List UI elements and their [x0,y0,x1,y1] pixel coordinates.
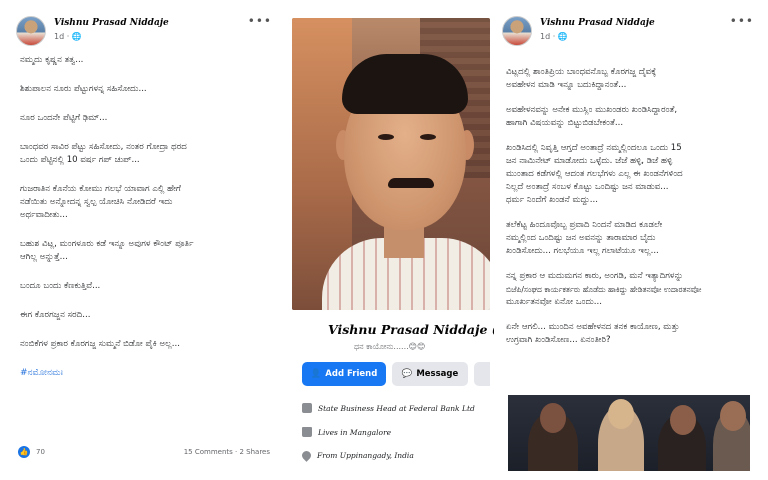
post-line: ನಮ್ಮಲ್ಲಿಂದ ಒಂದಿಷ್ಟು ಜನ ಅವನನ್ನು ತಾರಾಮಾರ ಬ… [506,233,656,243]
home-icon [302,427,312,437]
comment-share-stats[interactable]: 15 Comments · 2 Shares [184,448,270,456]
post-line: ಬಿಜೆಪಿ/ಸಂಘದ ಕಾರ್ಯಕರ್ತರು ಹೊಡೆದು ಹಾಕಿದ್ದು … [506,285,702,294]
post-line: ನೂರ ಒಂದನೇ ಪೆಟ್ಟಿಗೆ ಢಿಮ್... [20,113,108,123]
post-line: ಅರ್ಥವಾದೀತು... [20,210,68,220]
post-line: ನಮ್ಮದು ಕೃಷ್ಣನ ತತ್ವ... [20,55,84,65]
intro-text: From Uppinangady, India [317,451,414,460]
message-button[interactable]: 💬 Message [392,362,468,386]
post-line: ನಂಬಿಕೆಗಳ ಪ್ರಕಾರ ಕೊರಗಜ್ಜ ಸುಮ್ಮನೆ ಬಿಡೋ ಪೈಕ… [20,339,180,349]
post-line: ಬಂದೂ ಬಂದು ಕೆಣಕುತ್ತಿವೆ... [20,281,101,291]
post-line: ಮುಂತಾದ ಕಡೆಗಳಲ್ಲಿ ಆದಂತ ಗಲಭೆಗಳು ಎಲ್ಲ ಈ ಖಂಡ… [506,169,683,179]
post-line: ಈಗ ಕೊರಗಜ್ಜನ ಸರದಿ... [20,310,91,320]
post-line: ಆಗಿಲ್ಲ ಅನ್ನುತ್ತೆ... [20,252,68,262]
post-meta: 1d · 🌐 [540,32,568,41]
messenger-icon: 💬 [401,369,413,379]
post-line: ನಿಲ್ಲದೆ ಅಂತಾದ್ರೆ ಸಂಬಳ ಕೊಟ್ಟು ಒಂದಿಷ್ಟು ಜನ… [506,182,669,192]
post-line: ಶಿಶುಪಾಲನ ನೂರು ಪೆಟ್ಟುಗಳನ್ನ ಸಹಿಸೋದು... [20,84,147,94]
author-avatar[interactable] [502,16,532,46]
intro-text: Lives in Mangalore [318,427,392,437]
post-line: ಖಂಡಿಸೋದು... ಗಲಭೆಯೂ ಇಲ್ಲ ಗಲಾಟೆಯೂ ಇಲ್ಲ... [506,246,659,256]
post-body: ನಮ್ಮದು ಕೃಷ್ಣನ ತತ್ವ... ಶಿಶುಪಾಲನ ನೂರು ಪೆಟ್… [8,54,280,380]
post-meta: 1d · 🌐 [54,32,82,41]
profile-panel: Vishnu Prasad Niddaje (ವಿಪ್ರನಿ) ಧನ ಕಾಯೋನ… [292,10,527,470]
post-line: ಹಾಗಾಗಿ ವಿಷಯವನ್ನು ಬಿಟ್ಟುಬಿಡಬೇಕಂತೆ... [506,118,624,128]
post-line: ಬಹುಶ ವಿಟ್ಲ, ಮಂಗಳೂರು ಕಡೆ ಇನ್ನೂ ಅವುಗಳ ಕೌಂಟ… [20,239,194,249]
intro-from: From Uppinangady, India [300,449,414,462]
post-line: ಮೂರ್ಖತನವೋ ಏನೋ ಒಂದು... [506,297,602,307]
add-friend-label: Add Friend [325,369,378,379]
like-icon: 👍 [18,446,30,458]
post-line: ನಡೆಯಿತು ಅನ್ನೋದನ್ನ ಸ್ವಲ್ಪ ಯೋಚಿಸಿ ನೋಡಿದರೆ … [20,197,173,207]
author-name[interactable]: Vishnu Prasad Niddaje [540,18,655,28]
post-image[interactable] [508,395,750,471]
post-line: ಉಗ್ರವಾಗಿ ಖಂಡಿಸೋಣ... ಏನಂತೀರಿ? [506,335,611,345]
post-line: ಅವಹೇಳನ ಮಾಡಿ ಇನ್ನೂ ಬದುಕಿದ್ದಾನಂತೆ... [506,80,627,90]
like-count[interactable]: 70 [36,448,45,456]
post-line: ಧರ್ಮ ನಿಂದೆಗೆ ಖಂಡನೆ ಮದ್ದು... [506,195,598,205]
profile-bio: ಧನ ಕಾಯೋನು......😊😊 [354,342,426,351]
message-label: Message [416,369,459,379]
more-options-icon[interactable]: ••• [730,14,754,28]
post-line: ಗುಜರಾತಿನ ಕೊನೆಯ ಕೋಮು ಗಲಭೆ ಯಾವಾಗ ಎಲ್ಲಿ ಹೇಗ… [20,184,181,194]
location-pin-icon [300,449,313,462]
author-avatar[interactable] [16,16,46,46]
right-post: Vishnu Prasad Niddaje 1d · 🌐 ••• ವಿಟ್ಲದಲ… [494,10,762,471]
post-line: ಏನೇ ಆಗಲಿ... ಮುಂದಿನ ಅವಹೇಳನದ ತನಕ ಕಾಯೋಣ, ಮತ… [506,322,680,332]
post-header: Vishnu Prasad Niddaje 1d · 🌐 ••• [494,10,762,54]
author-name[interactable]: Vishnu Prasad Niddaje [54,18,169,28]
post-line: ತಲೆಕೆಟ್ಟ ಹಿಂದೂವೊಬ್ಬ ಪ್ರವಾದಿ ನಿಂದನೆ ಮಾಡಿದ… [506,220,663,230]
hashtag-link[interactable]: #ನಮೋನಮಃ [20,367,268,380]
post-line: ಜನ ನಾಮಿನೇಟ್ ಮಾಡೋದು ಒಳ್ಳೆದು. ಜೆಜೆ ಹಳ್ಳಿ, … [506,156,673,166]
post-body: ವಿಟ್ಲದಲ್ಲಿ ಶಾಂತಿಪ್ರಿಯ ಬಾಂಧವನೊಬ್ಬ ಕೊರಗಜ್ಜ… [494,54,762,347]
post-line: ಅವಹೇಳನವನ್ನು ಅನೇಕ ಮುಸ್ಲಿಂ ಮುಖಂಡರು ಖಂಡಿಸಿದ… [506,105,678,115]
post-footer: 👍 70 15 Comments · 2 Shares [18,446,270,460]
post-line: ವಿಟ್ಲದಲ್ಲಿ ಶಾಂತಿಪ್ರಿಯ ಬಾಂಧವನೊಬ್ಬ ಕೊರಗಜ್ಜ… [506,67,657,77]
intro-lives: Lives in Mangalore [302,427,391,437]
add-friend-icon: 👤 [310,369,322,379]
post-line: ನನ್ನ ಪ್ರಕಾರ ಆ ಮದುಮಗನ ಕಾರು, ಅಂಗಡಿ, ಮನೆ ಇತ… [506,271,684,281]
briefcase-icon [302,403,312,413]
left-post: Vishnu Prasad Niddaje 1d · 🌐 ••• ನಮ್ಮದು … [8,10,280,470]
intro-work: State Business Head at Federal Bank Ltd [302,403,475,413]
post-line: ಖಂಡಿಸಿದಲ್ಲಿ ನಿವೃತ್ತಿ ಆಗ್ತದೆ ಅಂತಾದ್ರೆ ನಮ್… [506,143,682,153]
more-options-icon[interactable]: ••• [248,14,272,28]
post-line: ಒಂದು ಪೆಟ್ಟಿನಲ್ಲಿ 10 ವರ್ಷ ಗಪ್ ಚುಪ್... [20,155,140,165]
more-actions-button[interactable] [474,362,490,386]
post-line: ಬಾಂಧವರ ಸಾವಿರ ಪೆಟ್ಟು ಸಹಿಸೋದು, ನಂತರ ಗೋದ್ರಾ… [20,142,187,152]
profile-photo[interactable] [292,18,490,310]
add-friend-button[interactable]: 👤 Add Friend [302,362,386,386]
intro-text: State Business Head at Federal Bank Ltd [318,403,475,413]
post-header: Vishnu Prasad Niddaje 1d · 🌐 ••• [8,10,280,54]
